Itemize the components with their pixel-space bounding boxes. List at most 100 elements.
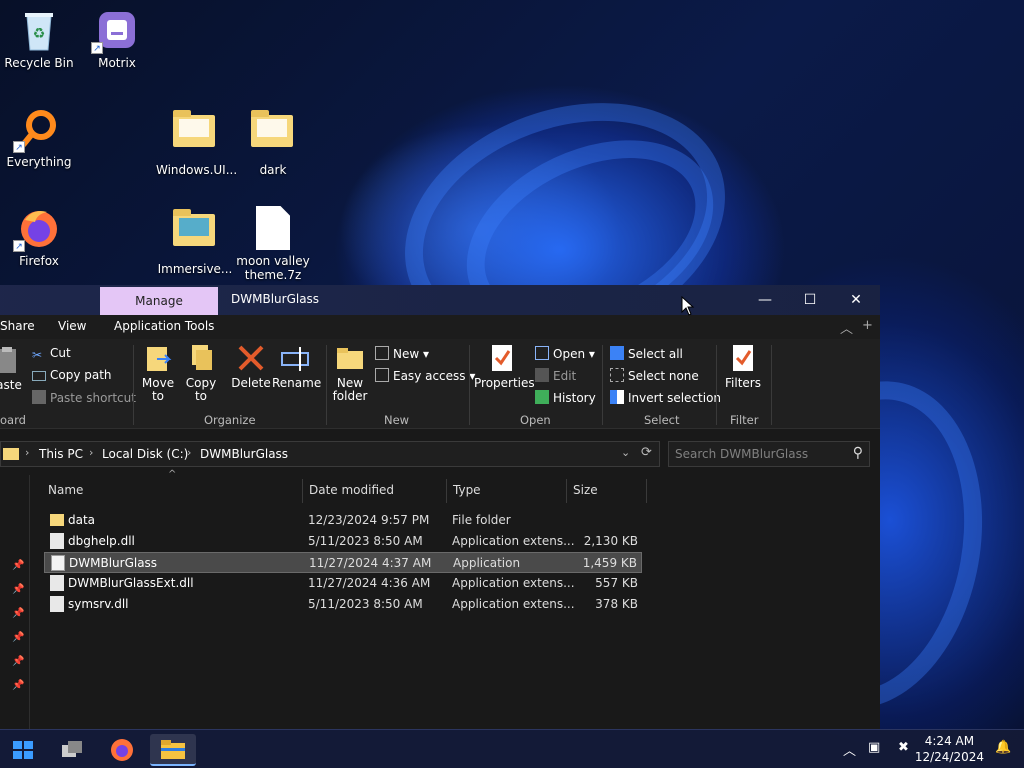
file-name: symsrv.dll <box>68 597 129 611</box>
pin-icon: 📌 <box>12 584 25 595</box>
easy-access-icon <box>375 368 389 382</box>
edit-button[interactable]: Edit <box>535 368 576 383</box>
file-explorer-icon <box>161 740 185 759</box>
taskbar-file-explorer-button[interactable] <box>150 734 196 766</box>
maximize-button[interactable]: ☐ <box>787 285 833 315</box>
title-bar[interactable]: Manage DWMBlurGlass — ☐ ✕ <box>0 285 880 315</box>
search-box[interactable]: ⚲ <box>668 441 870 467</box>
minimize-button[interactable]: — <box>742 285 788 315</box>
column-divider[interactable] <box>302 479 303 503</box>
copy-path-button[interactable]: Copy path <box>32 368 112 382</box>
desktop-icon-windows-ui[interactable]: Windows.UI... <box>156 107 237 177</box>
column-divider[interactable] <box>566 479 567 503</box>
tab-share[interactable]: Share <box>0 319 35 333</box>
collapse-ribbon-icon[interactable]: ︿ <box>840 318 853 337</box>
search-input[interactable] <box>675 446 845 462</box>
file-row[interactable]: data 12/23/2024 9:57 PM File folder <box>44 510 642 531</box>
taskbar-clock[interactable]: 4:24 AM 12/24/2024 <box>915 733 984 765</box>
easy-access-label: Easy access <box>393 369 466 383</box>
file-size: 378 KB <box>595 597 638 611</box>
column-divider[interactable] <box>646 479 647 503</box>
file-size: 1,459 KB <box>582 556 637 570</box>
desktop-icon-label: Everything <box>6 155 72 169</box>
file-row[interactable]: dbghelp.dll 5/11/2023 8:50 AM Applicatio… <box>44 531 642 552</box>
file-name: DWMBlurGlassExt.dll <box>68 576 194 590</box>
breadcrumb-current-folder[interactable]: DWMBlurGlass <box>200 447 288 461</box>
select-none-button[interactable]: Select none <box>610 368 699 383</box>
start-button[interactable] <box>3 734 43 766</box>
file-size: 557 KB <box>595 576 638 590</box>
file-row-selected[interactable]: DWMBlurGlass 11/27/2024 4:37 AM Applicat… <box>44 552 642 573</box>
task-view-button[interactable] <box>52 734 92 766</box>
rename-icon <box>280 343 310 373</box>
tab-manage[interactable]: Manage <box>100 287 218 315</box>
taskbar-firefox-button[interactable] <box>102 734 142 766</box>
file-name: DWMBlurGlass <box>69 556 158 570</box>
tab-view[interactable]: View <box>58 319 86 333</box>
shortcut-arrow-icon: ↗ <box>13 240 25 252</box>
desktop-icon-immersive[interactable]: Immersive... <box>156 206 234 276</box>
desktop-icon-moon-valley[interactable]: moon valley theme.7z <box>234 206 312 282</box>
desktop-icon-firefox[interactable]: ↗ Firefox <box>0 206 78 268</box>
select-none-label: Select none <box>628 369 699 383</box>
column-header-type[interactable]: Type <box>453 483 481 497</box>
tab-application-tools[interactable]: Application Tools <box>114 319 214 333</box>
paste-shortcut-button[interactable]: Paste shortcut <box>32 390 136 405</box>
invert-selection-icon <box>610 390 624 404</box>
properties-button[interactable]: Properties <box>474 343 535 390</box>
show-hidden-icons-chevron-icon[interactable]: ︿ <box>843 740 856 759</box>
breadcrumb-local-disk[interactable]: Local Disk (C:) <box>102 447 188 461</box>
delete-button[interactable]: Delete <box>230 343 272 390</box>
column-header-size[interactable]: Size <box>573 483 598 497</box>
address-bar[interactable]: › This PC › Local Disk (C:) › DWMBlurGla… <box>0 441 660 467</box>
pin-icon: 📌 <box>12 560 25 571</box>
network-icon[interactable]: ▣ <box>868 740 880 755</box>
file-row[interactable]: DWMBlurGlassExt.dll 11/27/2024 4:36 AM A… <box>44 573 642 594</box>
open-label: Open <box>553 347 586 361</box>
delete-icon <box>236 343 266 373</box>
column-divider[interactable] <box>446 479 447 503</box>
select-none-icon <box>610 368 624 382</box>
desktop-icon-dark[interactable]: dark <box>234 107 312 177</box>
everything-icon: ↗ <box>13 107 61 153</box>
close-button[interactable]: ✕ <box>833 285 879 315</box>
paste-shortcut-icon <box>32 390 46 404</box>
rename-button[interactable]: Rename <box>272 343 321 390</box>
notification-bell-icon[interactable]: 🔔 <box>995 740 1011 755</box>
filters-label: Filters <box>725 376 761 390</box>
file-row[interactable]: symsrv.dll 5/11/2023 8:50 AM Application… <box>44 594 642 615</box>
invert-selection-button[interactable]: Invert selection <box>610 390 721 405</box>
desktop-icon-recycle-bin[interactable]: ♻ Recycle Bin <box>0 8 78 70</box>
new-folder-button[interactable]: New folder <box>330 343 370 403</box>
group-divider <box>716 345 717 425</box>
select-all-button[interactable]: Select all <box>610 346 683 361</box>
navigation-pane[interactable]: 📌 📌 📌 📌 📌 📌 <box>0 475 30 729</box>
search-icon[interactable]: ⚲ <box>853 445 863 461</box>
move-to-button[interactable]: Move to <box>140 343 176 403</box>
properties-label: Properties <box>474 376 535 390</box>
desktop-icon-label: Motrix <box>98 56 136 70</box>
history-button[interactable]: History <box>535 390 596 405</box>
paste-button[interactable]: aste <box>0 345 24 392</box>
column-header-name[interactable]: Name <box>48 483 83 497</box>
help-icon[interactable]: + <box>862 318 873 333</box>
folder-icon <box>251 110 295 159</box>
sort-arrow-icon: ^ <box>168 469 177 480</box>
column-header-date[interactable]: Date modified <box>309 483 394 497</box>
easy-access-button[interactable]: Easy access ▾ <box>375 368 475 383</box>
refresh-icon[interactable]: ⟳ <box>641 445 652 460</box>
desktop-icon-motrix[interactable]: ↗ Motrix <box>78 8 156 70</box>
volume-muted-icon[interactable]: ✖ <box>898 740 909 755</box>
open-button[interactable]: Open ▾ <box>535 346 595 361</box>
chevron-down-icon[interactable]: ⌄ <box>621 446 630 459</box>
breadcrumb-this-pc[interactable]: This PC <box>39 447 83 461</box>
file-date: 5/11/2023 8:50 AM <box>308 597 423 611</box>
cut-button[interactable]: ✂ Cut <box>32 346 71 362</box>
breadcrumb-chevron-icon: › <box>89 446 94 459</box>
desktop-icon-everything[interactable]: ↗ Everything <box>0 107 78 169</box>
cut-label: Cut <box>50 346 71 360</box>
filters-button[interactable]: Filters <box>722 343 764 390</box>
folder-icon <box>50 514 64 526</box>
copy-to-button[interactable]: Copy to <box>183 343 219 403</box>
new-item-button[interactable]: New ▾ <box>375 346 429 361</box>
